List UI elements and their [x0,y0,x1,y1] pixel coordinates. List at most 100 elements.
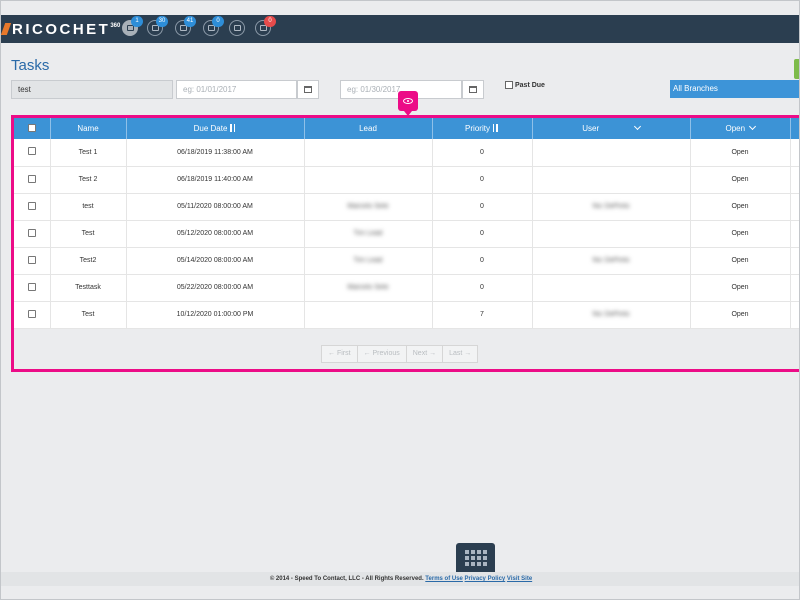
select-all-header [14,118,51,139]
inbox-nav-button[interactable] [229,20,245,36]
extra-header [790,118,799,139]
lead-text: Marcelo Sete [347,284,389,291]
row-checkbox[interactable] [27,282,36,291]
lead-cell [304,301,433,329]
due-date-cell: 10/12/2020 01:00:00 PM [126,301,305,329]
extra-cell [790,220,799,248]
from-date-field[interactable] [176,80,297,99]
row-select-cell [14,193,51,221]
chevron-down-icon[interactable] [633,122,641,131]
lead-text: Tim Lead [353,230,383,237]
status-text: Open [731,230,749,237]
table-row[interactable]: Test 05/12/2020 08:00:00 AM Tim Lead 0 Open [14,220,799,248]
apps-grid-button[interactable] [456,543,495,572]
task-name-text: Test 2 [78,176,98,183]
extra-cell [790,139,799,167]
next-page-button[interactable]: Next → [405,345,444,363]
message-nav-button[interactable]: 0 [255,16,276,36]
status-text: Open [731,148,749,156]
row-checkbox[interactable] [27,309,36,318]
user-cell: Nic DePinto [532,301,691,329]
notification-badge: 0 [212,16,224,27]
status-cell: Open [690,220,791,248]
user-text: Nic DePinto [592,203,630,210]
select-all-checkbox[interactable] [27,123,36,132]
task-name-text: Test [81,230,95,237]
table-row[interactable]: Testtask 05/22/2020 08:00:00 AM Marcelo Se… [14,274,799,302]
priority-text: 0 [480,284,484,291]
user-header[interactable]: User [532,118,691,139]
task-name-text: Test 1 [78,148,98,156]
past-due-label: Past Due [515,81,545,89]
privacy-link[interactable]: Privacy Policy [465,576,506,582]
due-date-text: 05/14/2020 08:00:00 AM [176,257,254,264]
terms-link[interactable]: Terms of Use [425,576,463,582]
first-page-button[interactable]: ← First [321,345,358,363]
row-checkbox[interactable] [27,147,36,156]
table-row[interactable]: test 05/11/2020 08:00:00 AM Marcelo Sete 0 N… [14,193,799,221]
status-text: Open [731,311,749,318]
user-cell [532,274,691,302]
due-date-cell: 05/14/2020 08:00:00 AM [126,247,305,275]
table-row[interactable]: Test 1 06/18/2019 11:38:00 AM 0 Open [14,139,799,167]
table-row[interactable]: Test2 05/14/2020 08:00:00 AM Tim Lead 0 Nic … [14,247,799,275]
footer-copyright: © 2014 - Speed To Contact, LLC - All Rig… [269,576,424,582]
past-due-checkbox[interactable]: Past Due [505,81,545,89]
sort-icon[interactable] [492,124,499,132]
logo-text: RICOCHET [12,21,111,38]
row-select-cell [14,274,51,302]
task-name-cell: Test 1 [50,139,127,167]
row-checkbox[interactable] [27,228,36,237]
ricochet-logo[interactable]: RICOCHET360 [1,21,120,38]
lead-header[interactable]: Lead [304,118,433,139]
search-input[interactable] [11,80,173,99]
status-text: Open [731,257,749,264]
sort-icon[interactable] [229,124,236,132]
add-task-button[interactable] [794,59,799,79]
visit-site-link[interactable]: Visit Site [507,576,532,582]
last-page-button[interactable]: Last → [442,345,479,363]
tasks-nav-button[interactable]: 30 [147,16,168,36]
past-due-box[interactable] [505,81,513,89]
table-row[interactable]: Test 2 06/18/2019 11:40:00 AM 0 Open [14,166,799,194]
user-cell: Nic DePinto [532,193,691,221]
due-date-cell: 06/18/2019 11:38:00 AM [126,139,305,167]
priority-header[interactable]: Priority [432,118,533,139]
task-name-text: test [82,203,94,210]
task-name-cell: Test 2 [50,166,127,194]
due-date-header[interactable]: Due Date [126,118,305,139]
from-date-calendar-button[interactable] [297,80,319,99]
row-checkbox[interactable] [27,174,36,183]
priority-cell: 0 [432,274,533,302]
preview-eye-button[interactable] [398,91,418,116]
chat-nav-button[interactable]: 41 [175,16,196,36]
table-row[interactable]: Test 10/12/2020 01:00:00 PM 7 Nic DePinto Op… [14,301,799,329]
due-date-cell: 06/18/2019 11:40:00 AM [126,166,305,194]
name-header[interactable]: Name [50,118,127,139]
status-text: Open [731,176,749,183]
user-cell [532,220,691,248]
chevron-down-icon[interactable] [748,122,756,131]
user-text: Nic DePinto [592,311,630,318]
previous-page-button[interactable]: ← Previous [356,345,407,363]
branch-select[interactable]: All Branches [670,80,799,98]
task-name-cell: Test2 [50,247,127,275]
row-checkbox[interactable] [27,255,36,264]
footer: © 2014 - Speed To Contact, LLC - All Rig… [1,572,799,586]
row-select-cell [14,166,51,194]
row-checkbox[interactable] [27,201,36,210]
task-name-cell: test [50,193,127,221]
dashboard-nav-button[interactable]: 1 [122,16,143,36]
due-date-cell: 05/22/2020 08:00:00 AM [126,274,305,302]
due-date-text: 05/22/2020 08:00:00 AM [176,284,254,291]
mail-nav-button[interactable]: 0 [203,16,224,36]
priority-text: 0 [480,230,484,237]
status-cell: Open [690,139,791,167]
notification-badge: 30 [156,16,168,27]
due-date-cell: 05/11/2020 08:00:00 AM [126,193,305,221]
status-header[interactable]: Open [690,118,791,139]
task-name-text: Test2 [79,257,97,264]
due-date-text: 05/11/2020 08:00:00 AM [177,203,253,210]
status-cell: Open [690,247,791,275]
to-date-calendar-button[interactable] [462,80,484,99]
